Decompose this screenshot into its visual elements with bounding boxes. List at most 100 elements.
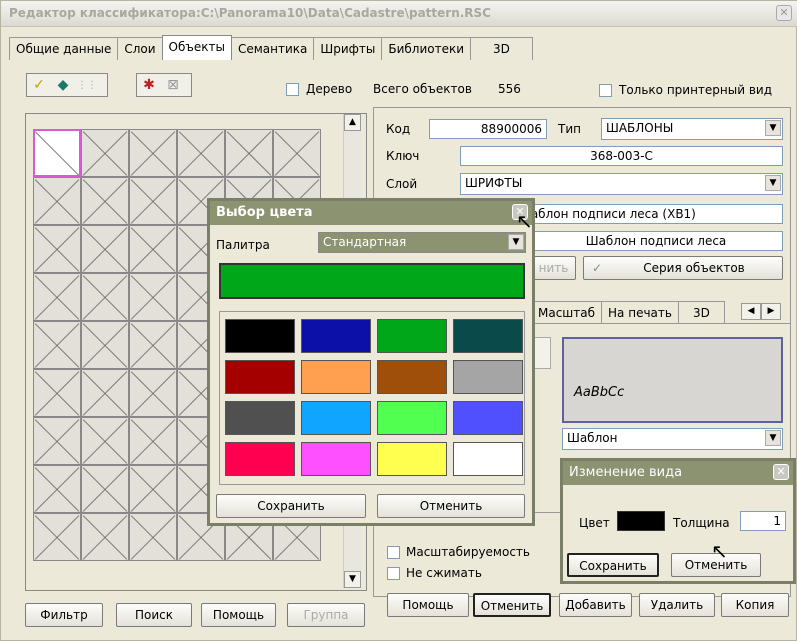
- key-field[interactable]: 368-003-С: [460, 146, 783, 166]
- object-cell[interactable]: [129, 273, 177, 321]
- color-swatch[interactable]: [377, 360, 447, 394]
- color-swatch[interactable]: [453, 360, 523, 394]
- close-icon[interactable]: ✕: [776, 5, 792, 21]
- nocompress-checkbox[interactable]: [387, 567, 400, 580]
- color-swatch[interactable]: [377, 319, 447, 353]
- object-cell[interactable]: [129, 513, 177, 561]
- type-select[interactable]: ШАБЛОНЫ ▼: [601, 118, 783, 140]
- tab-scale[interactable]: Масштаб: [531, 301, 603, 324]
- code-field[interactable]: 88900006: [429, 119, 547, 139]
- object-cell[interactable]: [81, 369, 129, 417]
- help-left-button[interactable]: Помощь: [201, 603, 276, 627]
- object-cell[interactable]: [81, 465, 129, 513]
- tab-semantics[interactable]: Семантика: [230, 37, 315, 60]
- object-cell[interactable]: [33, 513, 81, 561]
- object-cell[interactable]: [129, 129, 177, 177]
- object-cell[interactable]: [81, 225, 129, 273]
- chevron-right-icon[interactable]: ▶: [761, 303, 781, 320]
- object-cell[interactable]: [129, 465, 177, 513]
- delete-icon[interactable]: ✱: [137, 75, 161, 95]
- chevron-left-icon[interactable]: ◀: [741, 303, 761, 320]
- object-cell[interactable]: [129, 417, 177, 465]
- object-cell[interactable]: [81, 129, 129, 177]
- group-button[interactable]: Группа: [287, 603, 365, 627]
- color-swatch[interactable]: [301, 401, 371, 435]
- chevron-down-icon[interactable]: ▼: [765, 430, 781, 446]
- series-objects-button[interactable]: ✓ Серия объектов: [583, 256, 783, 280]
- object-cell[interactable]: [225, 129, 273, 177]
- object-cell[interactable]: [81, 417, 129, 465]
- chevron-down-icon[interactable]: ▼: [765, 120, 781, 136]
- object-cell[interactable]: [33, 273, 81, 321]
- object-cell[interactable]: [129, 321, 177, 369]
- scroll-up-icon[interactable]: ▲: [344, 114, 361, 131]
- tab-objects[interactable]: Объекты: [161, 35, 232, 60]
- delete-button[interactable]: Удалить: [639, 593, 715, 617]
- color-swatch[interactable]: [377, 442, 447, 476]
- tab-general[interactable]: Общие данные: [9, 37, 119, 60]
- line-color-swatch[interactable]: [617, 511, 665, 531]
- object-cell[interactable]: [33, 417, 81, 465]
- clear-icon[interactable]: ⊠: [161, 75, 185, 95]
- tree-checkbox[interactable]: [286, 83, 299, 96]
- apply-button[interactable]: нить: [531, 256, 576, 280]
- object-cell[interactable]: [129, 369, 177, 417]
- layer-select[interactable]: ШРИФТЫ ▼: [460, 173, 783, 195]
- object-cell[interactable]: [33, 177, 81, 225]
- copy-button[interactable]: Копия: [721, 593, 789, 617]
- object-cell[interactable]: [81, 513, 129, 561]
- color-swatch[interactable]: [453, 319, 523, 353]
- grid-move-icon[interactable]: ⋮⋮: [75, 75, 99, 95]
- object-cell[interactable]: [33, 129, 81, 177]
- object-cell[interactable]: [33, 465, 81, 513]
- object-cell[interactable]: [273, 129, 321, 177]
- color-swatch[interactable]: [225, 401, 295, 435]
- object-cell[interactable]: [81, 273, 129, 321]
- search-button[interactable]: Поиск: [116, 603, 192, 627]
- color-save-button[interactable]: Сохранить: [216, 494, 366, 518]
- object-cell[interactable]: [81, 321, 129, 369]
- color-swatch[interactable]: [301, 319, 371, 353]
- tab-libraries[interactable]: Библиотеки: [381, 37, 472, 60]
- palette-select[interactable]: Стандартная ▼: [318, 232, 526, 253]
- add-button[interactable]: Добавить: [559, 593, 632, 617]
- chevron-down-icon[interactable]: ▼: [765, 175, 781, 191]
- view-save-button[interactable]: Сохранить: [567, 553, 659, 577]
- filter-button[interactable]: Фильтр: [25, 603, 103, 627]
- color-cancel-button[interactable]: Отменить: [377, 494, 525, 518]
- object-cell[interactable]: [129, 225, 177, 273]
- color-swatch[interactable]: [453, 442, 523, 476]
- draw-icon[interactable]: ✓: [27, 75, 51, 95]
- chevron-down-icon[interactable]: ▼: [508, 234, 524, 250]
- tab-3d[interactable]: 3D: [470, 37, 533, 60]
- color-swatch[interactable]: [225, 360, 295, 394]
- name-field[interactable]: Шаблон подписи леса (ХВ1): [513, 204, 783, 224]
- color-swatch[interactable]: [225, 319, 295, 353]
- cancel-main-button[interactable]: Отменить: [473, 593, 551, 617]
- object-cell[interactable]: [33, 225, 81, 273]
- color-swatch[interactable]: [301, 442, 371, 476]
- side-button[interactable]: [533, 337, 551, 369]
- object-cell[interactable]: [129, 177, 177, 225]
- color-swatch[interactable]: [225, 442, 295, 476]
- tab-fonts[interactable]: Шрифты: [313, 37, 383, 60]
- tab-print[interactable]: На печать: [601, 301, 679, 324]
- object-cell[interactable]: [177, 129, 225, 177]
- help-button[interactable]: Помощь: [387, 593, 469, 617]
- object-cell[interactable]: [33, 321, 81, 369]
- printer-view-checkbox[interactable]: [599, 84, 612, 97]
- color-swatch[interactable]: [301, 360, 371, 394]
- template-select[interactable]: Шаблон ▼: [562, 428, 783, 450]
- tab-3d-sub[interactable]: 3D: [677, 301, 725, 324]
- object-cell[interactable]: [33, 369, 81, 417]
- color-swatch[interactable]: [377, 401, 447, 435]
- scalable-checkbox[interactable]: [387, 546, 400, 559]
- object-cell[interactable]: [81, 177, 129, 225]
- diamonds-icon[interactable]: ◆: [51, 75, 75, 95]
- tab-layers[interactable]: Слои: [117, 37, 163, 60]
- scroll-down-icon[interactable]: ▼: [344, 571, 361, 588]
- color-swatch[interactable]: [453, 401, 523, 435]
- close-icon[interactable]: ✕: [773, 464, 789, 480]
- short-name-field[interactable]: Шаблон подписи леса: [529, 231, 783, 251]
- thickness-field[interactable]: 1: [740, 511, 786, 531]
